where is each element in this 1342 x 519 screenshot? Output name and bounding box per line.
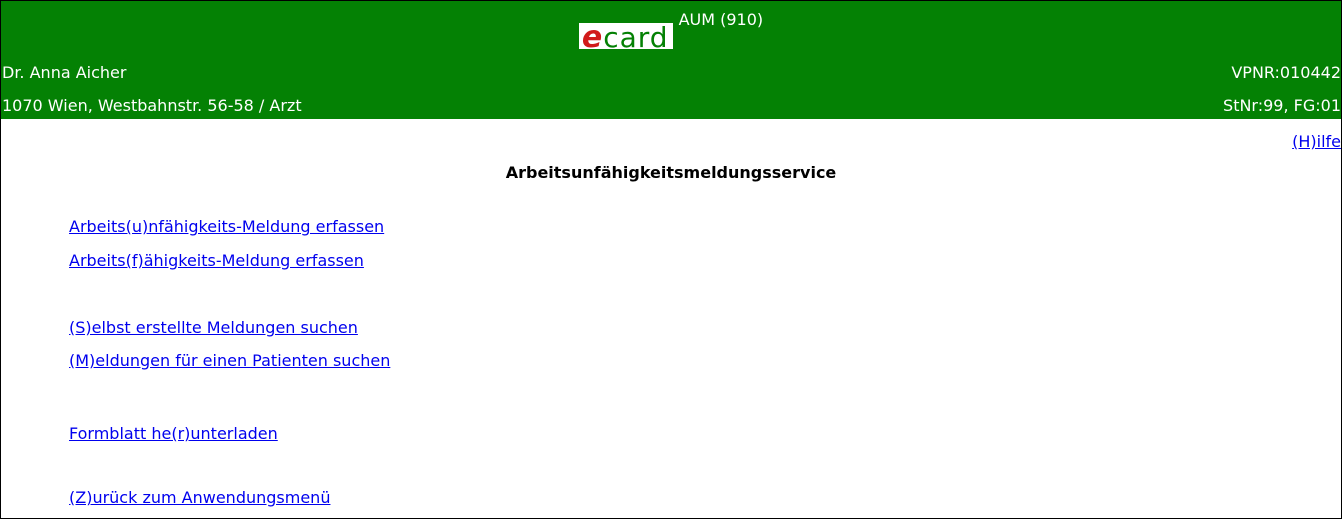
app-code: AUM (910) (678, 10, 764, 29)
header-row-doctor: Dr. Anna Aicher VPNR:010442 (1, 61, 1341, 85)
vpnr: VPNR:010442 (1231, 63, 1341, 82)
ecard-logo: ecard (578, 23, 673, 53)
doctor-name: Dr. Anna Aicher (2, 63, 127, 82)
menu-link-af-erfassen[interactable]: Arbeits(f)ähigkeits-Meldung erfassen (69, 250, 364, 272)
page-title: Arbeitsunfähigkeitsmeldungsservice (505, 163, 837, 182)
station-number: StNr:99, FG:01 (1223, 96, 1341, 115)
header-bar: ecard AUM (910) Dr. Anna Aicher VPNR:0104… (1, 1, 1341, 119)
application-frame: ecard AUM (910) Dr. Anna Aicher VPNR:0104… (0, 0, 1342, 519)
header-row-address: 1070 Wien, Westbahnstr. 56-58 / Arzt StN… (1, 94, 1341, 118)
menu-link-selbst-suchen[interactable]: (S)elbst erstellte Meldungen suchen (69, 317, 358, 339)
ecard-logo-e: e (581, 20, 604, 55)
doctor-address: 1070 Wien, Westbahnstr. 56-58 / Arzt (2, 96, 302, 115)
menu-link-zurueck[interactable]: (Z)urück zum Anwendungsmenü (69, 487, 330, 509)
help-link[interactable]: (H)ilfe (1292, 132, 1341, 152)
menu-link-patient-suchen[interactable]: (M)eldungen für einen Patienten suchen (69, 350, 390, 372)
ecard-logo-card: card (603, 21, 669, 54)
menu-link-au-erfassen[interactable]: Arbeits(u)nfähigkeits-Meldung erfassen (69, 216, 384, 238)
menu-link-formblatt[interactable]: Formblatt he(r)unterladen (69, 423, 278, 445)
logo-row: ecard AUM (910) (1, 9, 1341, 53)
